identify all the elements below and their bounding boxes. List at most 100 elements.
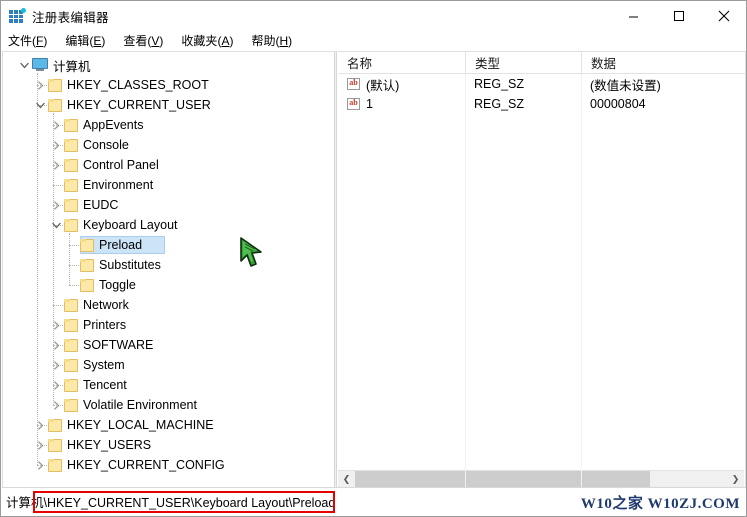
folder-icon (48, 98, 62, 112)
value-name: 1 (366, 97, 373, 111)
column-divider (581, 74, 582, 487)
mouse-cursor-icon (240, 237, 262, 267)
tree-item-system[interactable]: System (3, 355, 334, 375)
folder-icon (64, 158, 78, 172)
menu-bar: 文件(F) 编辑(E) 查看(V) 收藏夹(A) 帮助(H) (1, 31, 746, 50)
chevron-down-icon[interactable] (33, 95, 48, 115)
value-name-cell: ab (默认) (338, 75, 465, 94)
chevron-down-icon[interactable] (49, 215, 64, 235)
tree-item-hkey-current-config[interactable]: HKEY_CURRENT_CONFIG (3, 455, 334, 475)
folder-icon (48, 78, 62, 92)
tree-item-console[interactable]: Console (3, 135, 334, 155)
tree-item-label: 计算机 (53, 59, 91, 74)
menu-label-edit: 编辑 (65, 34, 90, 48)
menu-item-file[interactable]: 文件(F) (8, 32, 56, 49)
title-bar: 注册表编辑器 (1, 1, 746, 31)
tree-guide-line (37, 73, 38, 465)
pane-splitter[interactable] (334, 51, 337, 488)
tree-item-label: Tencent (83, 378, 127, 392)
folder-icon (64, 218, 78, 232)
tree-item-label: Toggle (99, 278, 136, 292)
folder-icon (64, 338, 78, 352)
menu-item-view[interactable]: 查看(V) (123, 32, 172, 49)
column-header-type[interactable]: 类型 (465, 52, 581, 74)
tree-item-label: HKEY_CURRENT_USER (67, 98, 211, 112)
chevron-right-icon[interactable]: ❯ (727, 471, 744, 487)
tree-item-volatile-environment[interactable]: Volatile Environment (3, 395, 334, 415)
chevron-right-icon[interactable] (49, 155, 64, 175)
watermark-text: W10之家 W10ZJ.COM (580, 496, 740, 512)
column-divider (465, 74, 466, 487)
close-icon (718, 10, 729, 22)
folder-icon (64, 398, 78, 412)
chevron-right-icon[interactable] (49, 135, 64, 155)
folder-icon (64, 318, 78, 332)
chevron-right-icon[interactable] (33, 415, 48, 435)
folder-icon (64, 378, 78, 392)
maximize-button[interactable] (656, 1, 701, 31)
tree-item-label: Console (83, 138, 129, 152)
computer-icon (32, 58, 48, 72)
tree-item-label: Keyboard Layout (83, 218, 178, 232)
horizontal-scrollbar[interactable]: ❮ ❯ (338, 470, 744, 487)
chevron-right-icon[interactable] (49, 355, 64, 375)
folder-icon (80, 278, 94, 292)
value-row[interactable]: ab 1 REG_SZ 00000804 (338, 94, 745, 114)
values-column-headers: 名称 类型 数据 (338, 52, 745, 74)
tree-item-label: Network (83, 298, 129, 312)
tree-item-label: SOFTWARE (83, 338, 154, 352)
folder-icon (48, 458, 62, 472)
tree-item-keyboard-layout[interactable]: Keyboard Layout (3, 215, 334, 235)
close-button[interactable] (701, 1, 746, 31)
column-header-data[interactable]: 数据 (581, 52, 745, 74)
window-title: 注册表编辑器 (32, 10, 109, 25)
chevron-left-icon[interactable]: ❮ (338, 471, 355, 487)
chevron-right-icon[interactable] (33, 435, 48, 455)
chevron-right-icon[interactable] (49, 115, 64, 135)
tree-item-label: HKEY_LOCAL_MACHINE (67, 418, 214, 432)
status-path: 计算机\HKEY_CURRENT_USER\Keyboard Layout\Pr… (6, 496, 336, 510)
chevron-right-icon[interactable] (49, 395, 64, 415)
chevron-right-icon[interactable] (33, 455, 48, 475)
tree-item-printers[interactable]: Printers (3, 315, 334, 335)
menu-item-edit[interactable]: 编辑(E) (65, 32, 114, 49)
value-data-cell: (数值未设置) (590, 78, 661, 93)
chevron-right-icon[interactable] (49, 375, 64, 395)
scrollbar-thumb[interactable] (355, 471, 650, 487)
menu-item-favorites[interactable]: 收藏夹(A) (181, 32, 242, 49)
chevron-right-icon[interactable] (49, 195, 64, 215)
tree-item-software[interactable]: SOFTWARE (3, 335, 334, 355)
scrollbar-track[interactable] (355, 471, 727, 487)
tree-item-hkey-local-machine[interactable]: HKEY_LOCAL_MACHINE (3, 415, 334, 435)
tree-item-control-panel[interactable]: Control Panel (3, 155, 334, 175)
registry-tree-pane[interactable]: 计算机 HKEY_CLASSES_ROOT HKEY_CURRENT_USER App… (2, 51, 334, 488)
tree-item-hkey-classes-root[interactable]: HKEY_CLASSES_ROOT (3, 75, 334, 95)
value-row[interactable]: ab (默认) REG_SZ (数值未设置) (338, 74, 745, 94)
tree-item-hkey-current-user[interactable]: HKEY_CURRENT_USER (3, 95, 334, 115)
tree-item-label: Preload (99, 238, 143, 252)
tree-item-hkey-users[interactable]: HKEY_USERS (3, 435, 334, 455)
folder-icon (64, 118, 78, 132)
minimize-icon (629, 16, 638, 17)
tree-item-tencent[interactable]: Tencent (3, 375, 334, 395)
column-header-name[interactable]: 名称 (338, 52, 465, 74)
chevron-down-icon[interactable] (17, 55, 32, 75)
tree-item-network[interactable]: Network (3, 295, 334, 315)
tree-item-appevents[interactable]: AppEvents (3, 115, 334, 135)
menu-label-view: 查看 (123, 34, 148, 48)
chevron-right-icon[interactable] (49, 335, 64, 355)
chevron-right-icon[interactable] (49, 315, 64, 335)
tree-item-label: Substitutes (99, 258, 161, 272)
registry-editor-window: 注册表编辑器 文件(F) 编辑(E) 查看(V) 收藏夹(A) 帮助(H) 计算… (0, 0, 747, 517)
minimize-button[interactable] (611, 1, 656, 31)
menu-item-help[interactable]: 帮助(H) (251, 32, 301, 49)
tree-item-eudc[interactable]: EUDC (3, 195, 334, 215)
registry-values-pane[interactable]: 名称 类型 数据 ab (默认) REG_SZ (数值未设置) ab 1 REG_SZ 000… (338, 51, 746, 488)
tree-item-[interactable]: 计算机 (3, 55, 334, 75)
value-name-cell: ab 1 (338, 97, 465, 111)
tree-item-environment[interactable]: Environment (3, 175, 334, 195)
chevron-right-icon[interactable] (33, 75, 48, 95)
